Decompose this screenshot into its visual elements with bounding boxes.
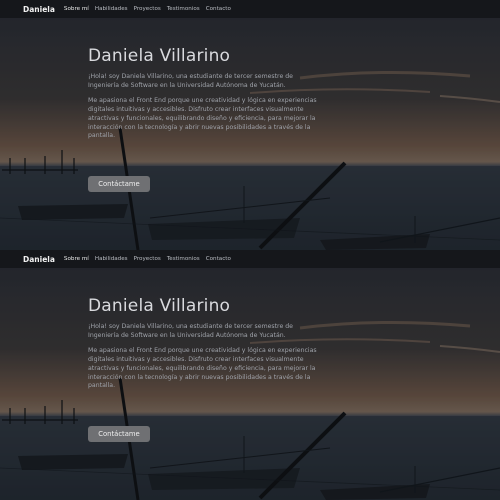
hero-intro-text: ¡Hola! soy Daniela Villarino, una estudi… — [88, 73, 293, 89]
nav-link-testimonios[interactable]: Testimonios — [167, 256, 200, 262]
navbar: Daniela Sobre mí Habilidades Proyectos T… — [0, 250, 500, 268]
nav-link-proyectos[interactable]: Proyectos — [134, 256, 161, 262]
nav-link-testimonios[interactable]: Testimonios — [167, 6, 200, 12]
hero-section: Daniela Villarino ¡Hola! soy Daniela Vil… — [0, 18, 500, 250]
nav-link-sobre-mi[interactable]: Sobre mí — [64, 256, 89, 262]
page-view-top: Daniela Sobre mí Habilidades Proyectos T… — [0, 0, 500, 250]
nav-link-proyectos[interactable]: Proyectos — [134, 6, 161, 12]
brand-logo[interactable]: Daniela — [23, 255, 55, 264]
hero-content: Daniela Villarino ¡Hola! soy Daniela Vil… — [88, 46, 318, 192]
hero-content: Daniela Villarino ¡Hola! soy Daniela Vil… — [88, 296, 318, 442]
nav-link-sobre-mi[interactable]: Sobre mí — [64, 6, 89, 12]
nav-link-habilidades[interactable]: Habilidades — [95, 256, 128, 262]
nav-link-contacto[interactable]: Contacto — [206, 6, 231, 12]
hero-intro-text: ¡Hola! soy Daniela Villarino, una estudi… — [88, 323, 293, 339]
contact-button[interactable]: Contáctame — [88, 426, 150, 442]
brand-logo[interactable]: Daniela — [23, 5, 55, 14]
hero-title: Daniela Villarino — [88, 296, 231, 316]
contact-button[interactable]: Contáctame — [88, 176, 150, 192]
hero-about-text: Me apasiona el Front End porque une crea… — [88, 346, 317, 390]
page-view-bottom: Daniela Sobre mí Habilidades Proyectos T… — [0, 250, 500, 500]
hero-about-text: Me apasiona el Front End porque une crea… — [88, 96, 317, 140]
nav-link-contacto[interactable]: Contacto — [206, 256, 231, 262]
navbar: Daniela Sobre mí Habilidades Proyectos T… — [0, 0, 500, 18]
nav-link-habilidades[interactable]: Habilidades — [95, 6, 128, 12]
hero-section: Daniela Villarino ¡Hola! soy Daniela Vil… — [0, 268, 500, 500]
hero-title: Daniela Villarino — [88, 46, 231, 66]
